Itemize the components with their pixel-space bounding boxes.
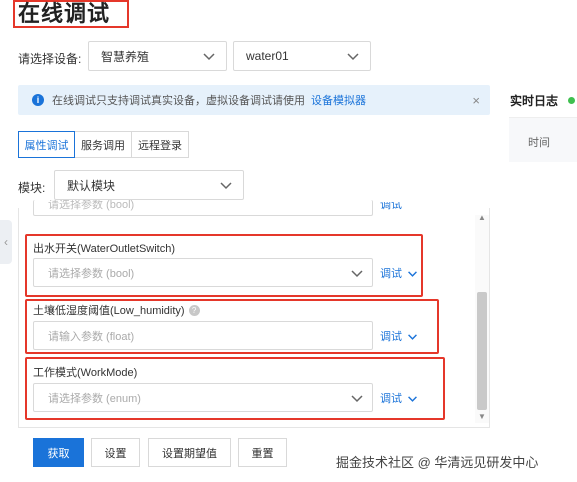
banner-text: 在线调试只支持调试真实设备，虚拟设备调试请使用 [52, 95, 305, 107]
product-select-value: 智慧养殖 [101, 49, 150, 64]
device-simulator-link[interactable]: 设备模拟器 [311, 92, 366, 108]
tab-remote-login[interactable]: 远程登录 [132, 131, 189, 158]
chevron-down-icon [408, 333, 417, 340]
partial-debug-link[interactable]: 调试 [380, 202, 402, 214]
chevron-down-icon [408, 270, 417, 277]
device-select[interactable]: water01 [233, 41, 371, 71]
low-humidity-input[interactable]: 请输入参数 (float) [33, 321, 373, 350]
chevron-down-icon [220, 182, 232, 190]
realtime-log-title: 实时日志 [510, 94, 559, 108]
set-expected-button[interactable]: 设置期望值 [148, 438, 231, 467]
field-label-water-outlet: 出水开关(WaterOutletSwitch) [33, 243, 176, 255]
chevron-down-icon [347, 53, 359, 61]
collapse-handle[interactable]: ‹ [0, 220, 12, 264]
chevron-down-icon [351, 269, 363, 277]
work-mode-select[interactable]: 请选择参数 (enum) [33, 383, 373, 412]
chevron-down-icon [203, 53, 215, 61]
module-select[interactable]: 默认模块 [54, 170, 244, 200]
work-mode-placeholder: 请选择参数 (enum) [48, 392, 141, 405]
info-banner: i 在线调试只支持调试真实设备，虚拟设备调试请使用 设备模拟器 × [18, 85, 490, 115]
low-humidity-debug-label: 调试 [380, 331, 402, 343]
module-label: 模块: [18, 181, 46, 195]
log-column-time: 时间 [528, 137, 550, 149]
scroll-up-arrow-icon[interactable]: ▲ [478, 213, 486, 222]
reset-button[interactable]: 重置 [238, 438, 287, 467]
field-label-work-mode: 工作模式(WorkMode) [33, 367, 138, 379]
tab-property-debug[interactable]: 属性调试 [18, 131, 75, 158]
chevron-down-icon [351, 394, 363, 402]
work-mode-debug-label: 调试 [380, 393, 402, 405]
chevron-down-icon [408, 395, 417, 402]
low-humidity-placeholder: 请输入参数 (float) [48, 330, 135, 343]
low-humidity-debug-button[interactable]: 调试 [380, 328, 418, 344]
partial-param-placeholder: 请选择参数 (bool) [48, 200, 135, 211]
online-status-dot [568, 97, 575, 104]
get-button[interactable]: 获取 [33, 438, 84, 467]
scroll-down-arrow-icon[interactable]: ▼ [478, 412, 486, 421]
device-select-value: water01 [246, 49, 289, 63]
help-icon[interactable]: ? [188, 304, 200, 316]
work-mode-debug-button[interactable]: 调试 [380, 390, 418, 406]
device-select-label: 请选择设备: [18, 52, 82, 66]
partial-debug-label: 调试 [380, 202, 402, 211]
set-button[interactable]: 设置 [91, 438, 140, 467]
tab-service-call[interactable]: 服务调用 [75, 131, 132, 158]
product-select[interactable]: 智慧养殖 [88, 41, 227, 71]
field-label-row-low-humidity: 土壤低湿度阈值(Low_humidity) ? [33, 302, 200, 318]
scrollbar-thumb[interactable] [477, 292, 487, 410]
close-icon[interactable]: × [472, 93, 480, 108]
water-outlet-select[interactable]: 请选择参数 (bool) [33, 258, 373, 287]
partial-param-input[interactable]: 请选择参数 (bool) [33, 200, 373, 216]
water-outlet-debug-label: 调试 [380, 268, 402, 280]
module-select-value: 默认模块 [67, 178, 116, 193]
page-title: 在线调试 [13, 0, 129, 28]
watermark: 掘金技术社区 @ 华清远见研发中心 [336, 455, 539, 470]
water-outlet-debug-button[interactable]: 调试 [380, 265, 418, 281]
water-outlet-placeholder: 请选择参数 (bool) [48, 267, 135, 280]
info-icon: i [32, 94, 44, 106]
field-label-low-humidity: 土壤低湿度阈值(Low_humidity) [33, 305, 185, 317]
